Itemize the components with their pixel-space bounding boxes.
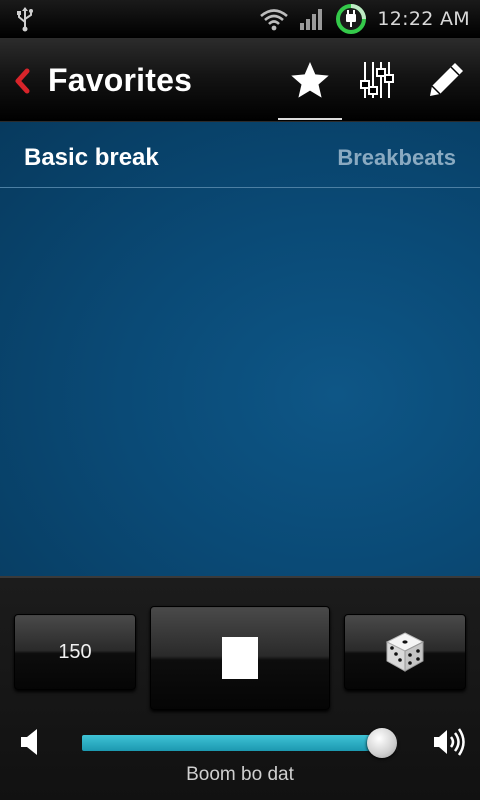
volume-low-icon [21,729,37,755]
tab-selected-indicator [278,118,342,120]
pattern-name: Boom bo dat [186,764,294,785]
tab-edit[interactable] [414,38,478,122]
mixer-icon [360,62,394,98]
volume-slider-fill [82,735,382,751]
page-title: Favorites [48,62,193,98]
dice-icon [385,632,425,672]
list-item-category: Breakbeats [337,145,456,170]
wifi-icon [260,9,289,31]
signal-icon [300,9,323,30]
status-time: 12:22 AM [377,8,470,30]
volume-slider-track[interactable] [82,735,398,751]
status-bar: 12:22 AM [0,0,480,38]
tab-mixer[interactable] [345,38,409,122]
back-chevron-icon[interactable] [12,68,32,94]
pencil-icon [430,63,463,96]
favorites-list: Basic break Breakbeats [0,122,480,576]
randomize-button[interactable] [344,614,466,690]
tempo-value: 150 [58,640,92,663]
stop-icon [222,637,258,679]
battery-charging-icon [336,4,367,34]
list-item-name: Basic break [24,144,159,171]
star-icon [291,62,329,98]
action-bar: Favorites [0,38,480,122]
list-item[interactable]: Basic break Breakbeats [0,122,480,188]
control-panel: 150 Boom bo dat [0,576,480,800]
usb-icon [17,7,33,32]
play-stop-button[interactable] [150,606,330,710]
tempo-button[interactable]: 150 [14,614,136,690]
volume-high-icon [434,728,465,756]
volume-slider-thumb[interactable] [367,728,397,758]
tab-favorites[interactable] [278,38,342,122]
